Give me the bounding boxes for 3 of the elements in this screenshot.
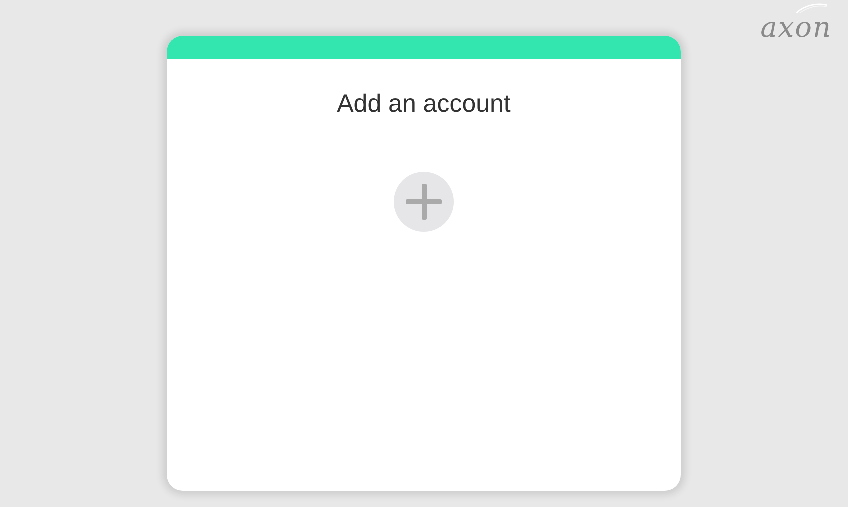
plus-icon	[406, 184, 442, 220]
logo: axon	[760, 14, 832, 42]
card-title: Add an account	[337, 89, 511, 119]
